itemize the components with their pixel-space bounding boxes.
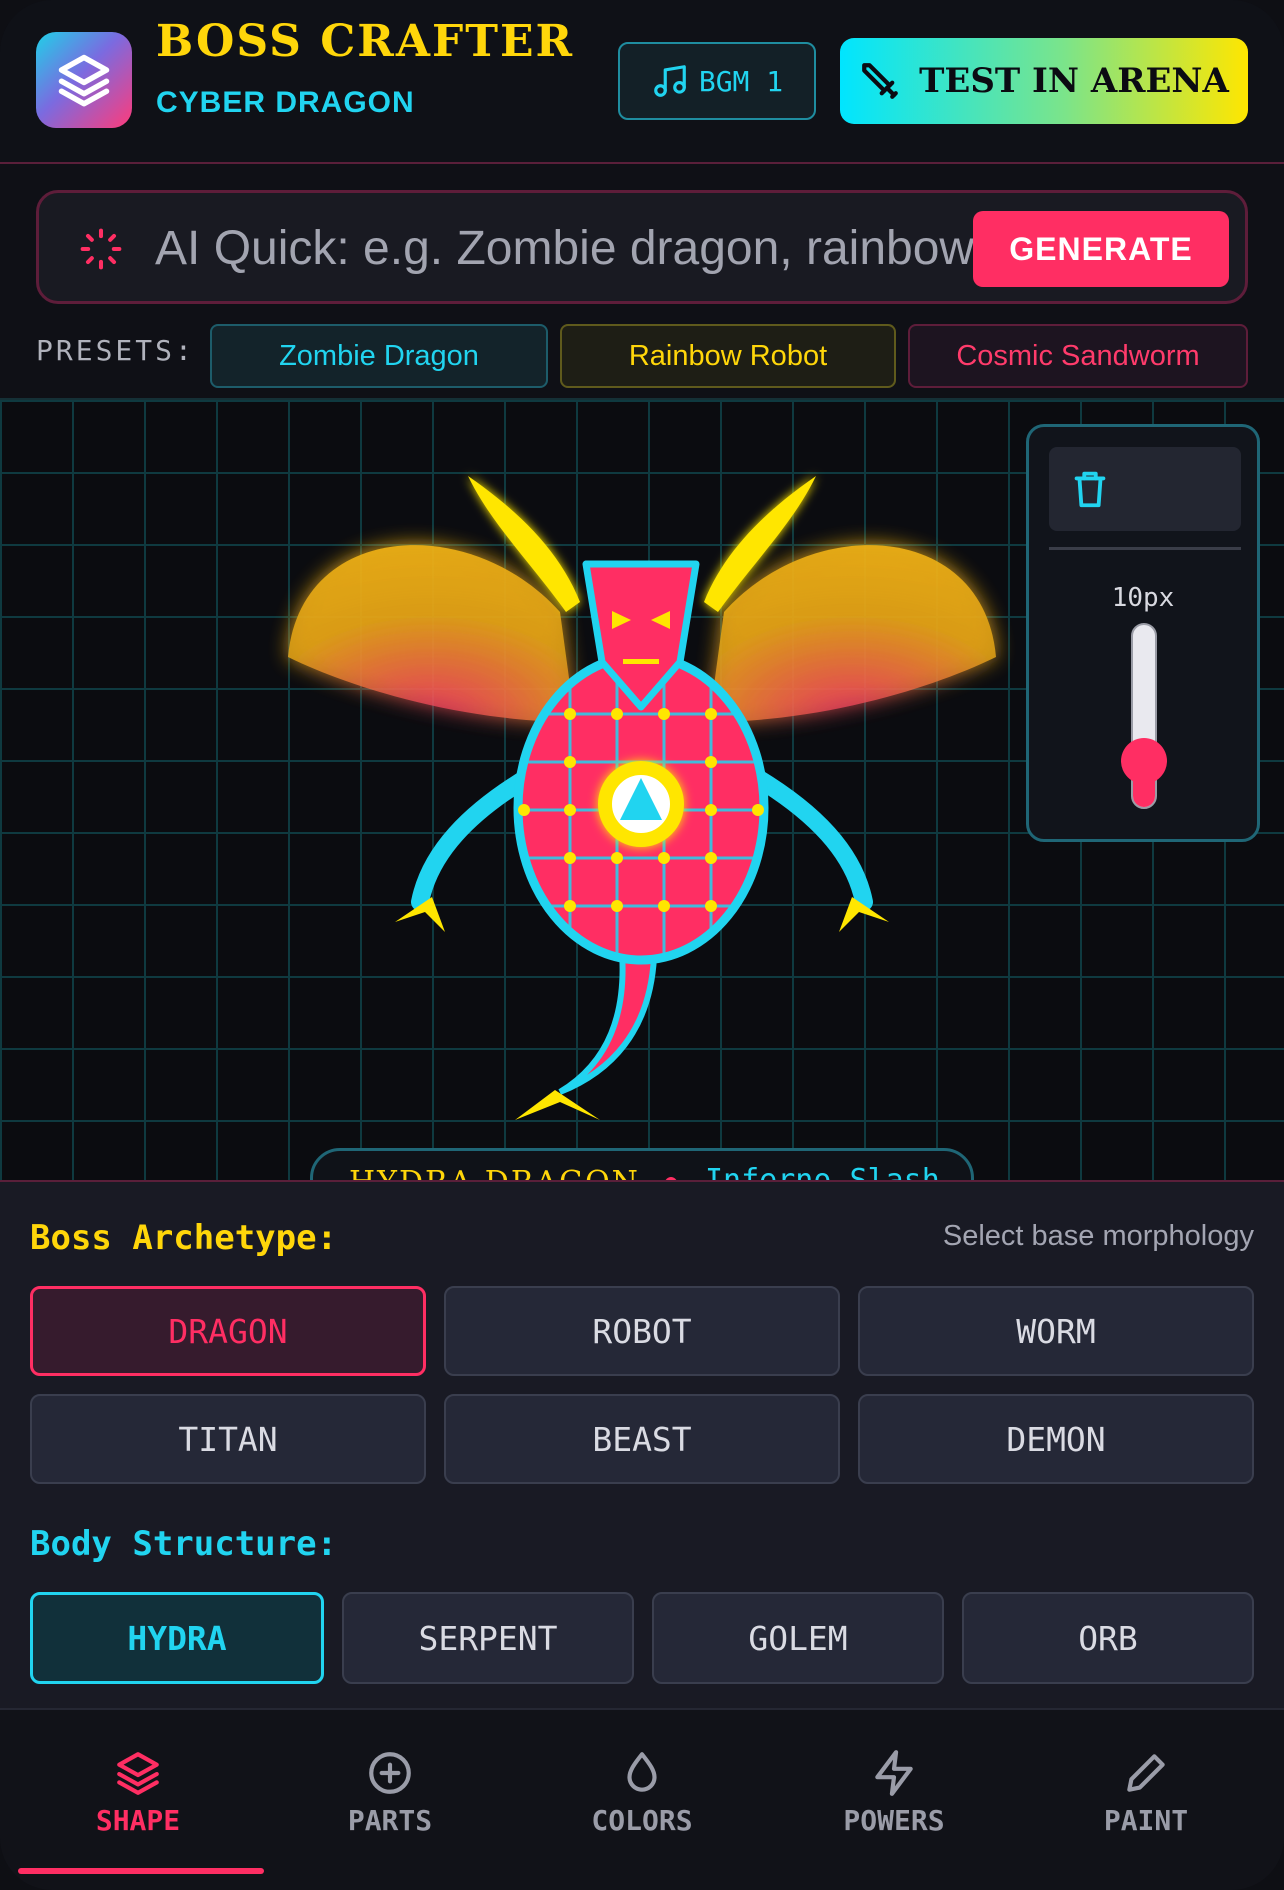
layers-icon bbox=[58, 54, 110, 107]
layers-icon bbox=[117, 1752, 159, 1795]
right-arm bbox=[747, 768, 873, 911]
clear-button[interactable] bbox=[1049, 447, 1241, 531]
archetype-title: Boss Archetype: bbox=[30, 1218, 338, 1258]
structure-orb[interactable]: ORB bbox=[962, 1592, 1254, 1684]
nav-shape-label: SHAPE bbox=[95, 1804, 181, 1837]
archetype-robot[interactable]: ROBOT bbox=[444, 1286, 840, 1376]
preset-cosmic-sandworm[interactable]: Cosmic Sandworm bbox=[908, 324, 1248, 388]
archetype-demon[interactable]: DEMON bbox=[858, 1394, 1254, 1484]
test-in-arena-button[interactable]: TEST IN ARENA bbox=[840, 38, 1248, 124]
left-arm bbox=[411, 768, 537, 911]
editor-panel: Boss Archetype: Select base morphology D… bbox=[0, 1180, 1284, 1708]
bgm-label: BGM 1 bbox=[698, 64, 784, 98]
brush-tool-panel: 10px bbox=[1026, 424, 1260, 842]
nav-colors-label: COLORS bbox=[591, 1804, 693, 1837]
nav-shape[interactable]: SHAPE bbox=[12, 1710, 264, 1880]
pencil-icon bbox=[1127, 1754, 1165, 1792]
music-note-icon bbox=[654, 65, 686, 97]
nav-paint[interactable]: PAINT bbox=[1020, 1710, 1272, 1880]
generate-button[interactable]: GENERATE bbox=[973, 211, 1229, 287]
structure-serpent[interactable]: SERPENT bbox=[342, 1592, 634, 1684]
tail-tip bbox=[515, 1090, 600, 1120]
nav-powers-label: POWERS bbox=[843, 1804, 945, 1837]
bottom-nav: SHAPE PARTS COLORS POWERS PAINT bbox=[0, 1708, 1284, 1890]
boss-subtitle: CYBER DRAGON bbox=[156, 86, 415, 119]
arena-label: TEST IN ARENA bbox=[919, 61, 1229, 101]
nav-parts[interactable]: PARTS bbox=[264, 1710, 516, 1880]
active-tab-indicator bbox=[18, 1868, 264, 1874]
brush-size-label: 10px bbox=[1111, 583, 1175, 613]
app-logo bbox=[36, 32, 132, 128]
ai-prompt-input[interactable] bbox=[155, 213, 985, 283]
tail bbox=[558, 948, 658, 1095]
nav-paint-label: PAINT bbox=[1103, 1804, 1189, 1837]
archetype-titan[interactable]: TITAN bbox=[30, 1394, 426, 1484]
tool-divider bbox=[1049, 547, 1241, 550]
right-wing bbox=[709, 545, 996, 722]
structure-title: Body Structure: bbox=[30, 1524, 338, 1564]
archetype-hint: Select base morphology bbox=[942, 1220, 1254, 1252]
bolt-icon bbox=[875, 1750, 913, 1796]
presets-label: PRESETS: bbox=[36, 334, 195, 367]
archetype-beast[interactable]: BEAST bbox=[444, 1394, 840, 1484]
loading-spinner-icon bbox=[80, 228, 122, 270]
app-screen: BOSS CRAFTER CYBER DRAGON BGM 1 TEST IN … bbox=[0, 0, 1284, 1890]
structure-golem[interactable]: GOLEM bbox=[652, 1592, 944, 1684]
structure-hydra[interactable]: HYDRA bbox=[30, 1592, 324, 1684]
bgm-button[interactable]: BGM 1 bbox=[618, 42, 816, 120]
sword-icon bbox=[862, 63, 898, 99]
archetype-dragon[interactable]: DRAGON bbox=[30, 1286, 426, 1376]
slider-thumb[interactable] bbox=[1121, 738, 1167, 784]
ai-quick-bar: GENERATE bbox=[36, 190, 1248, 304]
left-wing bbox=[288, 545, 575, 722]
archetype-worm[interactable]: WORM bbox=[858, 1286, 1254, 1376]
app-title: BOSS CRAFTER bbox=[156, 16, 575, 67]
trash-icon bbox=[1074, 471, 1106, 508]
preset-rainbow-robot[interactable]: Rainbow Robot bbox=[560, 324, 896, 388]
plus-circle-icon bbox=[369, 1752, 411, 1794]
nav-colors[interactable]: COLORS bbox=[516, 1710, 768, 1880]
mouth bbox=[623, 659, 659, 664]
droplet-icon bbox=[627, 1752, 657, 1792]
header: BOSS CRAFTER CYBER DRAGON BGM 1 TEST IN … bbox=[0, 0, 1284, 164]
nav-powers[interactable]: POWERS bbox=[768, 1710, 1020, 1880]
nav-parts-label: PARTS bbox=[347, 1804, 433, 1837]
preset-zombie-dragon[interactable]: Zombie Dragon bbox=[210, 324, 548, 388]
